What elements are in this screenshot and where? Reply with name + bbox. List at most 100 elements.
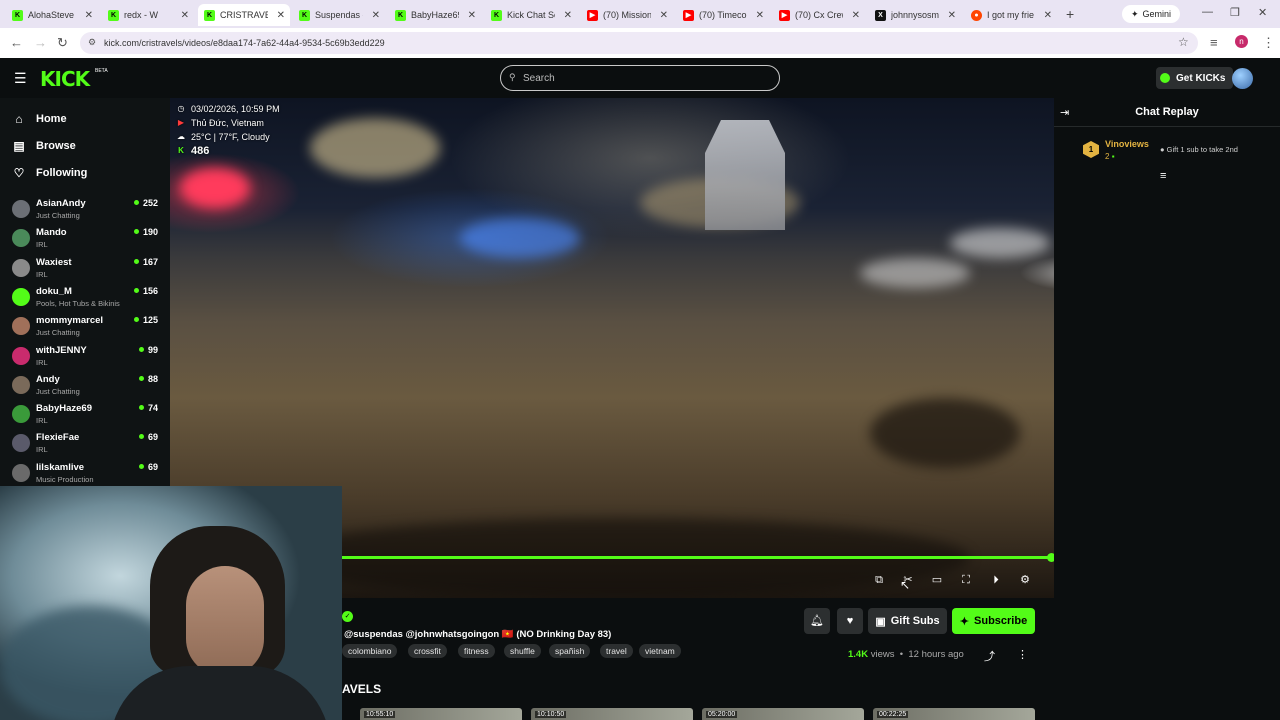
browser-tab[interactable]: K CRISTRAVELS ✕ xyxy=(198,4,290,26)
close-tab-icon[interactable]: ✕ xyxy=(1044,10,1052,21)
stream-title: @suspendas @johnwhatsgoingon 🇻🇳 (NO Drin… xyxy=(344,629,612,640)
browser-tab[interactable]: Xjohnnysosma ✕ xyxy=(869,4,961,26)
following-channel[interactable]: doku_M Pools, Hot Tubs & Bikinis 156 xyxy=(12,286,162,315)
browser-tab[interactable]: K BabyHaze69 ✕ xyxy=(389,4,481,26)
channel-name: AsianAndy xyxy=(36,198,86,209)
tag-chip[interactable]: spañish xyxy=(549,644,591,658)
new-tab-button[interactable]: + xyxy=(1066,6,1074,22)
close-tab-icon[interactable]: ✕ xyxy=(468,10,476,21)
gift-subs-button[interactable]: ▣ Gift Subs xyxy=(868,608,947,634)
browser-tab[interactable]: K Suspendas - ✕ xyxy=(293,4,385,26)
channel-category: Just Chatting xyxy=(36,328,80,338)
tab-title: (70) Cx Crew xyxy=(795,10,843,20)
forward-icon[interactable]: → xyxy=(34,35,47,50)
browser-tab[interactable]: ▶ (70) Cx Crew ✕ xyxy=(773,4,865,26)
chat-title: Chat Replay xyxy=(1135,106,1199,118)
pip-icon[interactable]: ⧉ xyxy=(872,573,886,587)
nav-home[interactable]: ⌂ Home xyxy=(12,112,66,126)
browser-profile-avatar[interactable]: n xyxy=(1235,35,1248,48)
tag-chip[interactable]: colombiano xyxy=(342,644,398,658)
close-tab-icon[interactable]: ✕ xyxy=(564,10,572,21)
autoplay-icon[interactable]: ⏵ xyxy=(989,573,1003,587)
media-controls-icon[interactable]: ≡ xyxy=(1210,35,1218,50)
top-gifter-name[interactable]: Vinoviews xyxy=(1105,139,1149,149)
channel-category: Music Production xyxy=(36,474,94,484)
following-channel[interactable]: Waxiest IRL 167 xyxy=(12,257,162,286)
following-channel[interactable]: withJENNY IRL 99 xyxy=(12,345,162,374)
following-channel[interactable]: Andy Just Chatting 88 xyxy=(12,374,162,403)
video-thumbnail[interactable]: 00:22:25 xyxy=(873,708,1035,720)
following-channel[interactable]: AsianAndy Just Chatting 252 xyxy=(12,198,162,227)
nav-following[interactable]: ♡ Following xyxy=(12,166,88,180)
minimize-icon[interactable]: — xyxy=(1202,6,1213,18)
close-tab-icon[interactable]: ✕ xyxy=(372,10,380,21)
collapse-chat-icon[interactable]: ⇥ xyxy=(1060,106,1069,119)
close-tab-icon[interactable]: ✕ xyxy=(85,10,93,21)
tab-title: I got my frie xyxy=(987,10,1035,20)
close-tab-icon[interactable]: ✕ xyxy=(181,10,189,21)
theater-icon[interactable]: ▭ xyxy=(930,573,944,587)
kick-viewer-icon: K xyxy=(178,146,184,155)
user-avatar[interactable] xyxy=(1232,68,1253,89)
bookmark-star-icon[interactable]: ☆ xyxy=(1178,35,1189,49)
channel-name: Andy xyxy=(36,373,60,385)
following-channel[interactable]: FlexieFae IRL 69 xyxy=(12,432,162,461)
nav-browse-label: Browse xyxy=(36,140,76,152)
subscribe-label: Subscribe xyxy=(974,615,1028,627)
more-options-icon[interactable]: ⋮ xyxy=(1017,648,1028,661)
browser-tab[interactable]: ▶ (70) Mission ✕ xyxy=(581,4,673,26)
settings-icon[interactable]: ⚙ xyxy=(1018,573,1032,587)
hamburger-menu-icon[interactable]: ☰ xyxy=(14,70,27,87)
browser-tab[interactable]: K AlohaSteve - ✕ xyxy=(6,4,98,26)
gift-prompt[interactable]: ● Gift 1 sub to take 2nd xyxy=(1160,145,1238,154)
browser-menu-icon[interactable]: ⋮ xyxy=(1262,35,1275,51)
close-tab-icon[interactable]: ✕ xyxy=(756,10,764,21)
channel-viewers: 69 xyxy=(138,432,158,442)
tag-chip[interactable]: vietnam xyxy=(639,644,681,658)
url-field[interactable]: kick.com/cristravels/videos/e8daa174-7a6… xyxy=(80,32,1198,54)
browser-tab[interactable]: Kredx - W ✕ xyxy=(102,4,194,26)
channel-category: IRL xyxy=(36,357,48,367)
nav-browse[interactable]: ▤ Browse xyxy=(12,139,76,153)
viewer-count: 167 xyxy=(142,256,158,267)
close-tab-icon[interactable]: ✕ xyxy=(948,10,956,21)
gemini-button[interactable]: ✦ Gemini xyxy=(1122,5,1181,23)
chat-filter-icon[interactable]: ≡ xyxy=(1160,170,1166,182)
tag-chip[interactable]: fitness xyxy=(458,644,495,658)
following-channel[interactable]: Mando IRL 190 xyxy=(12,227,162,256)
thumbnail-duration: 00:22:25 xyxy=(877,711,909,718)
kick-logo[interactable]: KICK xyxy=(40,67,90,91)
back-icon[interactable]: ← xyxy=(10,35,23,50)
tag-chip[interactable]: shuffle xyxy=(504,644,541,658)
subscribe-button[interactable]: ✦ Subscribe xyxy=(952,608,1035,634)
section-heading: AVELS xyxy=(342,682,382,696)
video-thumbnail[interactable]: 10:55:10 xyxy=(360,708,522,720)
person-face xyxy=(186,566,264,676)
close-tab-icon[interactable]: ✕ xyxy=(660,10,668,21)
following-channel[interactable]: BabyHaze69 IRL 74 xyxy=(12,403,162,432)
tag-chip[interactable]: crossfit xyxy=(408,644,447,658)
browser-tab[interactable]: K Kick Chat Se ✕ xyxy=(485,4,577,26)
close-tab-icon[interactable]: ✕ xyxy=(277,10,285,21)
browser-tab[interactable]: ▶ (70) Timecop ✕ xyxy=(677,4,769,26)
reload-icon[interactable]: ↻ xyxy=(57,35,68,51)
notification-bell-button[interactable]: 🔔︎ xyxy=(804,608,830,634)
following-channel[interactable]: mommymarcel Just Chatting 125 xyxy=(12,315,162,344)
follow-heart-button[interactable]: ♥ xyxy=(837,608,863,634)
video-thumbnail[interactable]: 05:20:00 xyxy=(702,708,864,720)
video-thumbnail[interactable]: 10:10:50 xyxy=(531,708,693,720)
browser-tab[interactable]: ● I got my frie ✕ xyxy=(965,4,1057,26)
live-dot-icon xyxy=(138,463,144,469)
channel-name: FlexieFae xyxy=(36,432,80,444)
share-icon[interactable]: ⤴ xyxy=(984,648,995,664)
overlay-location: Thủ Đức, Vietnam xyxy=(191,118,264,128)
maximize-icon[interactable]: ❐ xyxy=(1230,6,1240,19)
site-info-icon[interactable]: ⚙ xyxy=(88,37,96,48)
fullscreen-icon[interactable]: ⛶ xyxy=(959,573,973,587)
progress-bar[interactable] xyxy=(342,556,1052,559)
tag-chip[interactable]: travel xyxy=(600,644,633,658)
close-tab-icon[interactable]: ✕ xyxy=(852,10,860,21)
chat-divider xyxy=(1054,126,1280,127)
close-window-icon[interactable]: ✕ xyxy=(1258,6,1267,19)
search-input[interactable]: Search xyxy=(500,65,780,91)
